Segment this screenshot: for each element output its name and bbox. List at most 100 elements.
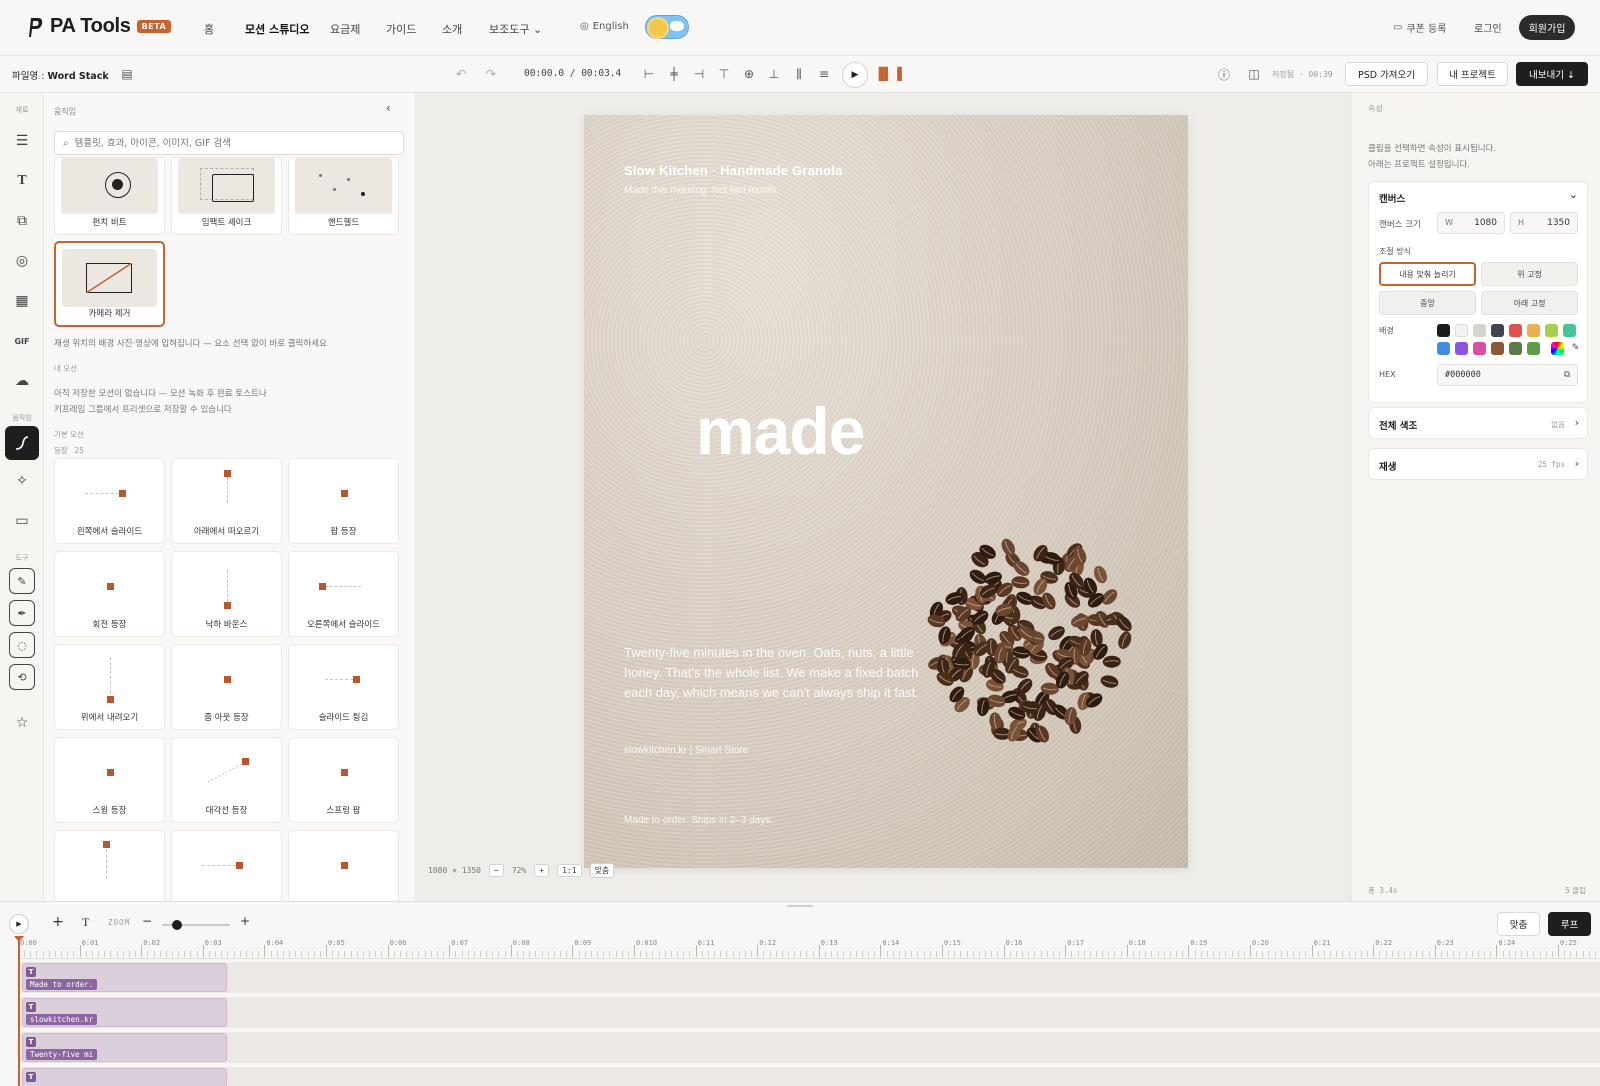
language-selector[interactable]: ◎ English — [580, 21, 629, 32]
motion-card[interactable]: 회전 등장 — [54, 551, 165, 637]
effect-card[interactable]: 펀치 비트 — [54, 157, 165, 235]
motion-card[interactable]: 대각선 등장 — [171, 737, 282, 823]
align-vcenter-icon[interactable]: ⊕ — [739, 64, 759, 84]
undo-icon[interactable]: ↶ — [451, 64, 471, 84]
art-link[interactable]: slowkitchen.kr | Smart Store — [624, 745, 748, 756]
fit-mode-bottom[interactable]: 아래 고정 — [1481, 291, 1578, 315]
color-swatch[interactable] — [1509, 324, 1522, 337]
audio-wave-icon[interactable]: ▐▌▐ — [874, 64, 902, 84]
timeline-clip[interactable]: T Made to order. — [22, 963, 227, 992]
motion-card[interactable] — [171, 830, 282, 901]
coupon-register-link[interactable]: ▭ 쿠폰 등록 — [1393, 20, 1446, 35]
height-field[interactable]: H 1350 — [1510, 212, 1578, 234]
motion-card[interactable] — [288, 830, 399, 901]
art-subtitle[interactable]: Made this morning. Not last month. — [624, 185, 779, 196]
timeline-track[interactable]: T Made to order. — [18, 962, 1600, 993]
fit-mode-stretch[interactable]: 내용 맞춰 늘리기 — [1379, 262, 1476, 286]
color-grading-row[interactable]: 전체 색조 없음 › — [1368, 407, 1588, 439]
add-icon[interactable]: + — [52, 914, 64, 930]
timeline-track[interactable]: T Twenty-five mi — [18, 1032, 1600, 1063]
eyedropper-icon[interactable]: ✎ — [1569, 342, 1582, 355]
export-button[interactable]: 내보내기 ↓ — [1516, 62, 1588, 86]
zoom-out-icon[interactable]: − — [142, 914, 152, 928]
zoom-in-icon[interactable]: + — [240, 914, 250, 928]
document-icon[interactable]: ▤ — [117, 64, 137, 84]
nav-tools-dropdown[interactable]: 보조도구 ⌄ — [489, 21, 542, 37]
copy-icon[interactable]: ⧉ — [1564, 365, 1570, 385]
distribute-h-icon[interactable]: ⫼ — [789, 64, 809, 84]
play-button[interactable]: ▶ — [842, 62, 868, 88]
ratio-button[interactable]: 1:1 — [557, 864, 582, 877]
motion-card[interactable]: 아래에서 떠오르기 — [171, 458, 282, 544]
crop-icon[interactable]: ⟲ — [9, 664, 35, 690]
effect-card[interactable]: 핸드헬드 — [288, 157, 399, 235]
zoom-slider[interactable] — [162, 920, 230, 930]
color-swatch[interactable] — [1437, 342, 1450, 355]
hex-input[interactable]: #000000 ⧉ — [1437, 364, 1578, 386]
pencil-icon[interactable]: ✎ — [9, 568, 35, 594]
color-swatch[interactable] — [1455, 324, 1468, 337]
signup-button[interactable]: 회원가입 — [1519, 15, 1575, 40]
brand-logo[interactable]: PA Tools BETA — [26, 15, 172, 38]
distribute-v-icon[interactable]: ≡ — [814, 64, 834, 84]
fit-button[interactable]: 맞춤 — [589, 863, 615, 878]
color-swatch[interactable] — [1509, 342, 1522, 355]
loop-button[interactable]: 루프 — [1548, 912, 1591, 936]
help-icon[interactable]: ⓘ — [1214, 64, 1234, 84]
motion-card[interactable]: 스프링 팝 — [288, 737, 399, 823]
motion-card[interactable]: 팝 등장 — [288, 458, 399, 544]
color-swatch[interactable] — [1491, 342, 1504, 355]
nav-guide[interactable]: 가이드 — [386, 21, 416, 37]
motion-card[interactable]: 왼쪽에서 슬라이드 — [54, 458, 165, 544]
width-field[interactable]: W 1080 — [1437, 212, 1505, 234]
motion-curve-icon[interactable] — [5, 426, 39, 460]
effect-card[interactable]: 임팩트 셰이크 — [171, 157, 282, 235]
text-icon[interactable]: T — [10, 169, 34, 193]
fit-mode-top[interactable]: 위 고정 — [1481, 262, 1578, 286]
timeline-track[interactable]: T — [18, 1067, 1600, 1086]
nav-motion-studio[interactable]: 모션 스튜디오 — [245, 21, 310, 37]
art-title[interactable]: Slow Kitchen · Handmade Granola — [624, 163, 843, 178]
zoom-out-button[interactable]: − — [488, 864, 504, 877]
zoom-in-button[interactable]: + — [534, 864, 550, 877]
align-left-icon[interactable]: ⊢ — [639, 64, 659, 84]
color-wheel-icon[interactable] — [1551, 342, 1564, 355]
align-hcenter-icon[interactable]: ╪ — [664, 64, 684, 84]
layers-icon[interactable]: ⧉ — [10, 209, 34, 233]
chevron-left-icon[interactable]: ‹ — [386, 101, 391, 115]
motion-card[interactable] — [54, 830, 165, 901]
effect-card-selected[interactable]: 카메라 제거 — [54, 241, 165, 327]
filename-display[interactable]: 파일명 : Word Stack — [12, 68, 109, 82]
nav-about[interactable]: 소개 — [442, 21, 462, 37]
playhead[interactable] — [18, 937, 20, 1086]
subtitle-icon[interactable]: ▭ — [10, 509, 34, 533]
timeline-clip[interactable]: Tslowkitchen.kr — [22, 998, 227, 1027]
artboard[interactable]: Slow Kitchen · Handmade Granola Made thi… — [584, 115, 1188, 868]
psd-import-button[interactable]: PSD 가져오기 — [1345, 62, 1428, 86]
motion-card[interactable]: 슬라이드 튕김 — [288, 644, 399, 730]
pen-icon[interactable]: ✒ — [9, 600, 35, 626]
shapes-icon[interactable]: ◎ — [10, 249, 34, 273]
timeline-play-button[interactable]: ▶ — [9, 914, 29, 934]
timeline-track[interactable]: Tslowkitchen.kr — [18, 997, 1600, 1028]
color-swatch[interactable] — [1437, 324, 1450, 337]
timeline-fit-button[interactable]: 맞춤 — [1497, 912, 1540, 936]
search-box[interactable]: ⌕ — [54, 131, 404, 155]
grid-icon[interactable]: ▦ — [10, 289, 34, 313]
gif-icon[interactable]: GIF — [10, 329, 34, 353]
nav-home[interactable]: 홈 — [204, 21, 214, 37]
login-link[interactable]: 로그인 — [1474, 20, 1502, 35]
fit-mode-center[interactable]: 중앙 — [1379, 291, 1476, 315]
motion-card[interactable]: 낙하 바운스 — [171, 551, 282, 637]
motion-card[interactable]: 스윙 등장 — [54, 737, 165, 823]
redo-icon[interactable]: ↷ — [481, 64, 501, 84]
motion-card[interactable]: 위에서 내려오기 — [54, 644, 165, 730]
chevron-down-icon[interactable]: ⌄ — [1569, 188, 1578, 201]
art-body[interactable]: Twenty-five minutes in the oven. Oats, n… — [624, 643, 934, 703]
color-swatch[interactable] — [1473, 324, 1486, 337]
nav-pricing[interactable]: 요금제 — [330, 21, 360, 37]
search-input[interactable] — [74, 137, 385, 149]
coffee-beans-image[interactable] — [914, 520, 1144, 760]
timeline-clip[interactable]: T Twenty-five mi — [22, 1033, 227, 1062]
cloud-upload-icon[interactable]: ☁ — [10, 369, 34, 393]
